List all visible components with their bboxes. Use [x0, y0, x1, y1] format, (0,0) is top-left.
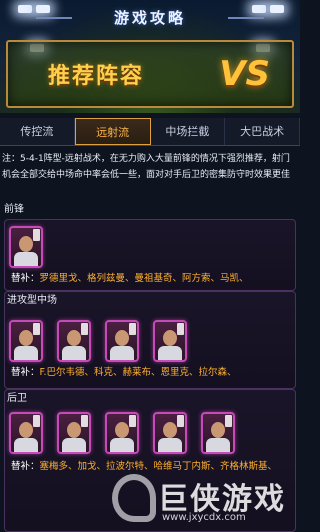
- tab-possession[interactable]: 传控流: [0, 118, 75, 145]
- tactic-note-line: 机会全部交给中场命中率会低一些，面对对手后卫的密集防守时效果更佳: [2, 170, 291, 180]
- position-badge-icon: [33, 323, 40, 335]
- player-body-icon: [158, 438, 182, 452]
- player-body-icon: [110, 346, 134, 360]
- position-badge-icon: [81, 415, 88, 427]
- sub-label: 替补：: [11, 273, 40, 284]
- recommended-lineup-banner: 推荐阵容 VS: [6, 40, 294, 108]
- player-body-icon: [62, 346, 86, 360]
- player-face-icon: [19, 236, 33, 252]
- player-card[interactable]: [105, 320, 139, 362]
- player-face-icon: [115, 422, 129, 438]
- sub-names: 塞梅多、加戈、拉波尔特、哈维马丁内斯、齐格林斯基、: [39, 461, 278, 472]
- stadium-light-icon: [18, 5, 32, 13]
- forward-substitutes: 替补：罗德里戈、格列兹曼、曼祖基奇、阿方索、马凯、: [11, 272, 249, 286]
- player-card[interactable]: [201, 412, 235, 454]
- defender-substitutes: 替补：塞梅多、加戈、拉波尔特、哈维马丁内斯、齐格林斯基、: [11, 460, 277, 474]
- player-card[interactable]: [153, 320, 187, 362]
- position-badge-icon: [177, 323, 184, 335]
- player-face-icon: [19, 422, 33, 438]
- tab-long-shot[interactable]: 远射流: [74, 118, 151, 145]
- position-badge-icon: [129, 323, 136, 335]
- banner-title: 推荐阵容: [48, 64, 145, 89]
- tab-park-the-bus[interactable]: 大巴战术: [225, 118, 300, 145]
- sub-label: 替补：: [11, 461, 40, 472]
- position-badge-icon: [177, 415, 184, 427]
- sub-names: F.巴尔韦德、科克、赫莱布、恩里克、拉尔森、: [39, 367, 237, 378]
- player-card[interactable]: [57, 320, 91, 362]
- sub-names: 罗德里戈、格列兹曼、曼祖基奇、阿方索、马凯、: [39, 273, 249, 284]
- position-badge-icon: [81, 323, 88, 335]
- tactic-note-line: 注：5-4-1阵型-远射战术，在无力购入大量前锋的情况下强烈推荐，射门: [2, 154, 290, 164]
- section-title-defender: 后卫: [7, 393, 27, 404]
- player-face-icon: [115, 330, 129, 346]
- attacking-mid-panel: 进攻型中场 替补：F.巴尔韦德、科克、赫莱布、恩里克、拉尔森、: [4, 291, 296, 389]
- player-body-icon: [14, 252, 38, 266]
- position-badge-icon: [33, 415, 40, 427]
- player-body-icon: [14, 438, 38, 452]
- stadium-light-icon: [36, 5, 50, 13]
- tactic-note: 注：5-4-1阵型-远射战术，在无力购入大量前锋的情况下强烈推荐，射门 机会全部…: [0, 150, 300, 184]
- player-card[interactable]: [105, 412, 139, 454]
- player-face-icon: [67, 330, 81, 346]
- player-body-icon: [110, 438, 134, 452]
- page-title: 游戏攻略: [36, 6, 264, 30]
- player-body-icon: [158, 346, 182, 360]
- player-card[interactable]: [57, 412, 91, 454]
- position-badge-icon: [225, 415, 232, 427]
- attacking-mid-substitutes: 替补：F.巴尔韦德、科克、赫莱布、恩里克、拉尔森、: [11, 366, 236, 380]
- stadium-light-icon: [270, 5, 284, 13]
- player-body-icon: [14, 346, 38, 360]
- stadium-light-icon: [252, 5, 266, 13]
- defender-panel: 后卫 替补：塞梅多、加戈、拉波尔特、哈维马丁内斯、齐格林斯基、: [4, 389, 296, 532]
- player-card[interactable]: [9, 320, 43, 362]
- position-badge-icon: [129, 415, 136, 427]
- player-card[interactable]: [153, 412, 187, 454]
- player-face-icon: [19, 330, 33, 346]
- player-face-icon: [163, 422, 177, 438]
- forward-panel: 替补：罗德里戈、格列兹曼、曼祖基奇、阿方索、马凯、: [4, 219, 296, 291]
- sub-label: 替补：: [11, 367, 40, 378]
- tactic-tabs: 传控流 远射流 中场拦截 大巴战术: [0, 118, 300, 146]
- player-face-icon: [67, 422, 81, 438]
- tab-midfield-intercept[interactable]: 中场拦截: [151, 118, 226, 145]
- player-face-icon: [211, 422, 225, 438]
- section-title-forward: 前锋: [4, 204, 24, 215]
- player-card[interactable]: [9, 412, 43, 454]
- position-badge-icon: [33, 229, 40, 241]
- player-body-icon: [62, 438, 86, 452]
- header-banner-area: 游戏攻略 推荐阵容 VS: [0, 0, 300, 113]
- vs-logo: VS: [219, 54, 270, 94]
- player-card[interactable]: [9, 226, 43, 268]
- player-body-icon: [206, 438, 230, 452]
- player-face-icon: [163, 330, 177, 346]
- section-title-attacking-mid: 进攻型中场: [7, 295, 57, 306]
